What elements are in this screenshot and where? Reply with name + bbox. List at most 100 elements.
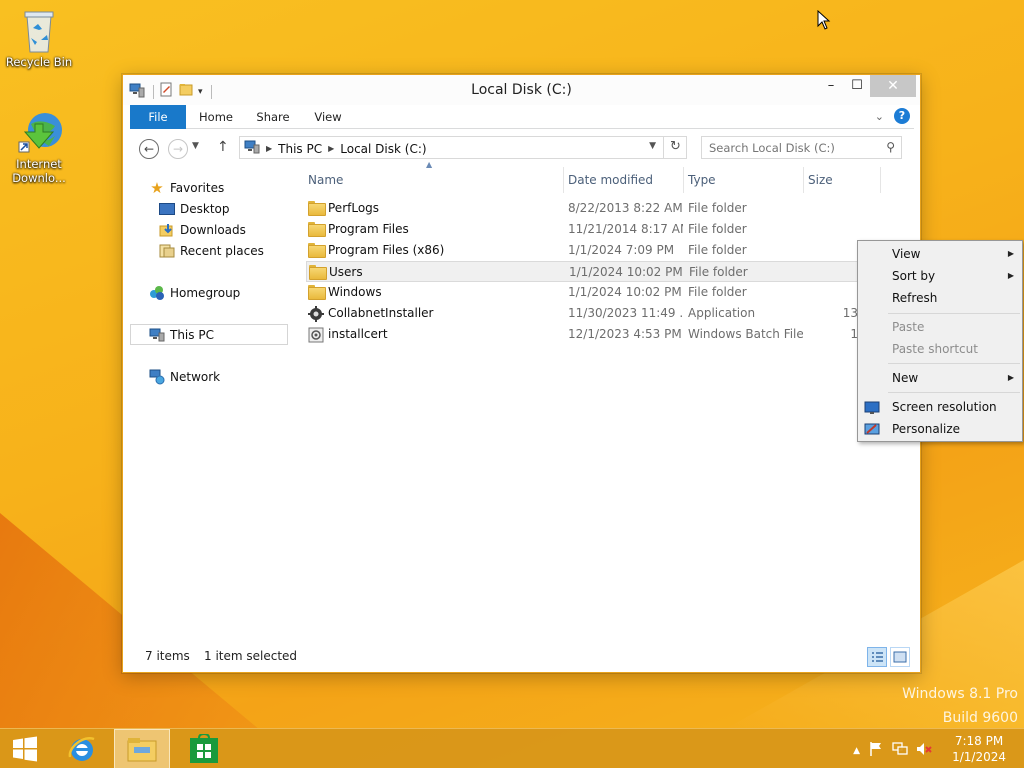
navigation-bar: ← → ▼ ↑ ▶ This PC ▶ Local Disk (C:) ▼ ↻ …	[130, 133, 914, 163]
menu-separator	[888, 392, 1020, 393]
file-date: 8/22/2013 8:22 AM	[568, 201, 683, 215]
nav-item-label: Recent places	[180, 243, 264, 258]
file-date: 1/1/2024 10:02 PM	[569, 265, 683, 279]
close-button[interactable]: ✕	[870, 75, 916, 97]
windows-version-watermark: Windows 8.1 Pro	[902, 686, 1018, 702]
nav-item-label: Downloads	[180, 222, 246, 237]
taskbar-internet-explorer[interactable]	[54, 729, 110, 768]
tab-home[interactable]: Home	[194, 105, 238, 129]
breadcrumb-separator-icon[interactable]: ▶	[266, 144, 272, 153]
taskbar-clock[interactable]: 7:18 PM 1/1/2024	[952, 733, 1006, 765]
menu-item-new[interactable]: New ▶	[858, 367, 1022, 389]
file-name: Program Files (x86)	[328, 243, 445, 257]
address-history-dropdown-icon[interactable]: ▼	[649, 141, 656, 151]
nav-item-favorites[interactable]: ★ Favorites	[148, 177, 288, 198]
file-row[interactable]: Program Files (x86) 1/1/2024 7:09 PM Fil…	[306, 240, 881, 261]
menu-item-view[interactable]: View ▶	[858, 243, 1022, 265]
file-row[interactable]: Program Files 11/21/2014 8:17 AM File fo…	[306, 219, 881, 240]
application-icon	[308, 306, 324, 322]
taskbar-store[interactable]	[176, 729, 232, 768]
menu-item-personalize[interactable]: Personalize	[858, 418, 1022, 440]
desktop-icon-recycle-bin[interactable]: Recycle Bin	[4, 8, 74, 69]
column-header-type[interactable]: Type	[686, 167, 804, 193]
file-name: Windows	[328, 285, 382, 299]
column-header-name[interactable]: Name	[306, 167, 564, 193]
screen-resolution-icon	[864, 400, 880, 414]
file-row[interactable]: CollabnetInstaller 11/30/2023 11:49 ... …	[306, 303, 881, 324]
taskbar: ▲ 7:18 PM 1/1/2024	[0, 728, 1024, 768]
navigation-pane: ★ Favorites Desktop Downloads Recent pla…	[130, 171, 288, 641]
tab-file[interactable]: File	[130, 105, 186, 129]
menu-item-label: View	[892, 247, 921, 261]
folder-icon	[308, 201, 326, 216]
menu-item-label: Personalize	[892, 422, 961, 436]
recent-locations-dropdown-icon[interactable]: ▼	[192, 141, 199, 151]
large-icons-view-icon[interactable]	[890, 647, 910, 667]
file-row[interactable]: installcert 12/1/2023 4:53 PM Windows Ba…	[306, 324, 881, 345]
address-bar[interactable]: ▶ This PC ▶ Local Disk (C:) ▼	[239, 136, 687, 159]
windows-build-watermark: Build 9600	[942, 710, 1018, 726]
windows-logo-icon	[13, 736, 37, 762]
this-pc-icon	[244, 140, 260, 157]
expand-ribbon-chevron-icon[interactable]: ⌄	[875, 110, 884, 123]
tab-share[interactable]: Share	[250, 105, 296, 129]
menu-item-refresh[interactable]: Refresh	[858, 287, 1022, 309]
minimize-button[interactable]: –	[820, 75, 842, 97]
file-type: Windows Batch File	[688, 327, 803, 341]
file-date: 11/30/2023 11:49 ...	[568, 306, 683, 320]
file-name: Users	[329, 265, 363, 279]
submenu-arrow-icon: ▶	[1007, 271, 1014, 280]
breadcrumb-local-disk[interactable]: Local Disk (C:)	[340, 142, 426, 156]
nav-item-desktop[interactable]: Desktop	[158, 198, 288, 219]
explorer-window[interactable]: ▾ Local Disk (C:) – ☐ ✕ File Home Share …	[122, 74, 921, 673]
menu-item-screen-resolution[interactable]: Screen resolution	[858, 396, 1022, 418]
forward-button[interactable]: →	[168, 139, 188, 159]
maximize-button[interactable]: ☐	[846, 75, 868, 97]
nav-item-network[interactable]: Network	[148, 366, 288, 387]
file-row[interactable]: Windows 1/1/2024 10:02 PM File folder	[306, 282, 881, 303]
downloads-icon	[158, 222, 176, 238]
file-type: Application	[688, 306, 756, 320]
search-box[interactable]: ⚲	[701, 136, 902, 159]
file-name: Program Files	[328, 222, 409, 236]
breadcrumb-this-pc[interactable]: This PC	[278, 142, 322, 156]
taskbar-file-explorer[interactable]	[114, 729, 170, 768]
nav-item-homegroup[interactable]: Homegroup	[148, 282, 288, 303]
network-status-icon[interactable]	[892, 741, 908, 760]
search-input[interactable]	[702, 137, 878, 158]
menu-item-label: New	[892, 371, 919, 385]
tab-view[interactable]: View	[308, 105, 348, 129]
nav-item-label: Desktop	[180, 201, 230, 216]
menu-item-sort-by[interactable]: Sort by ▶	[858, 265, 1022, 287]
internet-explorer-icon	[68, 736, 95, 761]
nav-item-recent-places[interactable]: Recent places	[158, 240, 288, 261]
nav-item-downloads[interactable]: Downloads	[158, 219, 288, 240]
network-icon	[148, 369, 166, 385]
column-header-date-modified[interactable]: Date modified	[566, 167, 684, 193]
file-size: 13	[842, 306, 858, 320]
internet-download-manager-icon	[17, 110, 62, 154]
help-icon[interactable]: ?	[894, 108, 910, 124]
nav-item-label: This PC	[170, 327, 214, 342]
details-view-icon[interactable]	[867, 647, 887, 667]
column-header-size[interactable]: Size	[806, 167, 881, 193]
desktop-icon-internet-download-manager[interactable]: Internet Downlo...	[4, 110, 74, 185]
breadcrumb-separator-icon[interactable]: ▶	[328, 144, 334, 153]
menu-separator	[888, 313, 1020, 314]
volume-muted-icon[interactable]	[916, 741, 932, 760]
nav-item-this-pc[interactable]: This PC	[130, 324, 288, 345]
back-button[interactable]: ←	[139, 139, 159, 159]
search-icon[interactable]: ⚲	[886, 140, 895, 154]
file-row[interactable]: PerfLogs 8/22/2013 8:22 AM File folder	[306, 198, 881, 219]
file-type: File folder	[688, 222, 747, 236]
personalize-icon	[864, 422, 880, 436]
file-row-selected[interactable]: Users 1/1/2024 10:02 PM File folder	[306, 261, 881, 282]
start-button[interactable]	[0, 729, 50, 768]
ribbon-controls: ⌄ ?	[875, 108, 910, 124]
ribbon-tabs: File Home Share View ⌄ ?	[130, 105, 914, 129]
title-bar[interactable]: ▾ Local Disk (C:) – ☐ ✕	[123, 75, 920, 105]
show-hidden-icons-icon[interactable]: ▲	[853, 746, 860, 756]
up-one-level-button[interactable]: ↑	[217, 139, 229, 155]
refresh-button[interactable]: ↻	[663, 136, 687, 159]
action-center-flag-icon[interactable]	[868, 741, 884, 760]
